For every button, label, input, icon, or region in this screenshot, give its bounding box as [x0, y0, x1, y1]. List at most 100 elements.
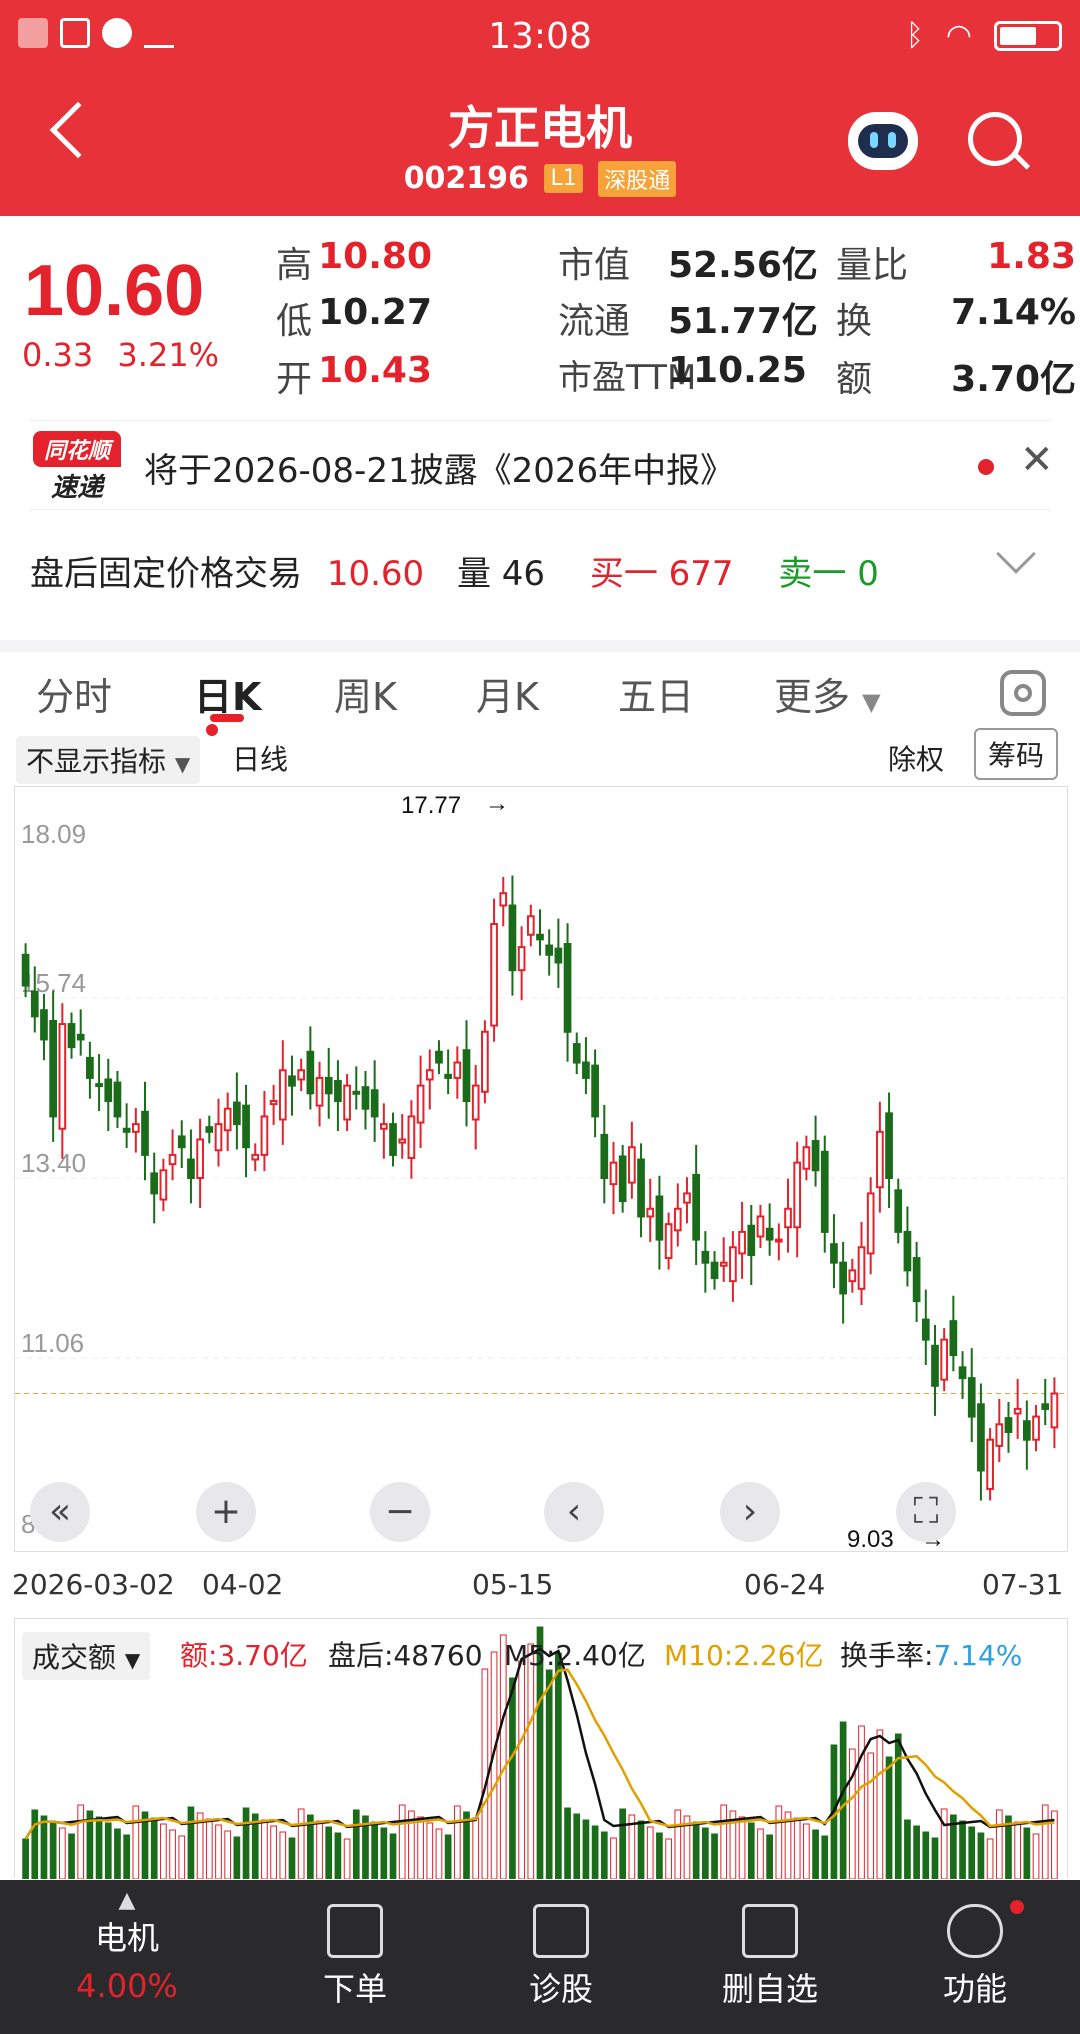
candle-body	[1050, 1392, 1059, 1429]
caret-down-icon: ▼	[174, 752, 191, 776]
volume-bar	[995, 1809, 1003, 1880]
close-icon[interactable]: ✕	[1020, 437, 1054, 483]
volume-indicator-select[interactable]: 成交额 ▼	[22, 1632, 151, 1680]
x-tick-2: 05-15	[472, 1568, 554, 1601]
quote-label: 换	[836, 301, 873, 342]
candle-body	[774, 1238, 783, 1243]
status-icons-right: ᛒ ◠	[906, 18, 1062, 53]
remove-watchlist-icon	[742, 1904, 798, 1958]
tab-intraday[interactable]: 分时	[36, 666, 112, 721]
candle-body	[628, 1146, 636, 1184]
after-hours-price: 10.60	[326, 554, 425, 594]
max-arrow-icon: →	[485, 790, 509, 817]
volume-bar	[913, 1825, 920, 1880]
indicator-select[interactable]: 不显示指标 ▼	[16, 736, 201, 784]
quote-label: 流通	[558, 301, 631, 342]
volume-bar	[858, 1725, 865, 1880]
volume-bar	[279, 1831, 287, 1880]
volume-bar	[95, 1816, 103, 1880]
settings-hexagon-icon[interactable]	[1000, 670, 1046, 716]
change-value: 0.33	[22, 336, 94, 374]
period-tabs: 分时 日K 周K 月K 五日 更多 ▼	[0, 640, 1080, 722]
candle-body	[1013, 1407, 1022, 1415]
volume-bar	[977, 1832, 985, 1880]
header-bar: 13:08 ᛒ ◠ 方正电机 002196 L1 深股通	[0, 0, 1080, 216]
volume-value: 46	[501, 554, 546, 594]
candle-body	[113, 1081, 122, 1118]
volume-bar	[123, 1834, 130, 1880]
x-tick-1: 04-02	[202, 1568, 284, 1601]
volume-bar	[812, 1829, 819, 1880]
volume-bar	[389, 1833, 397, 1880]
notice-bar[interactable]: 同花顺 速递 将于2026-08-21披露《2026年中报》 ✕	[30, 420, 1054, 510]
volume-bar	[656, 1832, 663, 1880]
volume-bar	[242, 1807, 250, 1880]
search-icon[interactable]	[968, 112, 1031, 170]
current-price: 10.60	[24, 251, 205, 331]
candle-body	[673, 1207, 682, 1232]
candle-body	[159, 1169, 168, 1201]
nav-sector[interactable]: ▲ 电机 4.00%	[72, 1888, 182, 2005]
candle-body	[857, 1246, 866, 1290]
volume-bar	[839, 1721, 847, 1880]
tab-daily[interactable]: 日K	[194, 666, 261, 721]
volume-bar	[582, 1819, 590, 1880]
candle-body	[1032, 1415, 1040, 1441]
nav-remove-watchlist[interactable]: 删自选	[700, 1904, 840, 2010]
nav-functions[interactable]: 功能	[920, 1900, 1030, 2010]
tab-weekly[interactable]: 周K	[334, 666, 397, 721]
tab-five-day[interactable]: 五日	[618, 666, 694, 721]
candle-body	[435, 1050, 443, 1064]
robot-assistant-icon[interactable]	[848, 112, 918, 170]
scroll-left-button[interactable]: ‹	[544, 1482, 604, 1542]
turnover-label: 换手率:	[840, 1639, 934, 1672]
y-tick-label: 11.06	[21, 1328, 84, 1358]
candle-body	[379, 1123, 388, 1130]
volume-bar	[398, 1804, 406, 1880]
nav-order[interactable]: 下单	[300, 1904, 410, 2010]
volume-bar	[637, 1820, 645, 1880]
volume-bar	[178, 1835, 186, 1880]
after-hours-row[interactable]: 盘后固定价格交易 10.60 量 46 买一 677 卖一 0	[30, 534, 1060, 595]
quote-value: 10.43	[318, 350, 432, 391]
volume-label: 量	[456, 554, 491, 594]
chips-button[interactable]: 筹码	[974, 728, 1059, 780]
price-change: 0.33 3.21%	[22, 336, 219, 374]
fullscreen-button[interactable]: ⛶	[896, 1482, 956, 1542]
candle-body	[609, 1161, 618, 1186]
candle-body	[30, 990, 39, 1018]
chevron-down-icon[interactable]	[996, 534, 1036, 574]
scroll-left-fast-button[interactable]: «	[30, 1482, 90, 1542]
zoom-out-button[interactable]: −	[370, 1482, 430, 1542]
candle-body	[462, 1049, 471, 1103]
candle-body	[591, 1064, 599, 1118]
kline-chart[interactable]: 18.0915.7413.4011.068.7117.77→9.03→	[15, 787, 1067, 1553]
candle-body	[398, 1138, 407, 1144]
candle-body	[453, 1061, 462, 1079]
candle-body	[830, 1243, 838, 1264]
tab-monthly[interactable]: 月K	[476, 666, 539, 721]
zoom-in-button[interactable]: +	[196, 1482, 256, 1542]
x-tick-4: 07-31	[982, 1568, 1064, 1601]
adjust-button[interactable]: 除权	[888, 738, 944, 778]
volume-bar	[22, 1838, 29, 1880]
volume-bar	[205, 1818, 213, 1880]
candle-body	[343, 1084, 351, 1121]
volume-bar	[793, 1817, 801, 1880]
candle-body	[784, 1207, 792, 1229]
kline-chart-area[interactable]: 18.0915.7413.4011.068.7117.77→9.03→	[14, 786, 1068, 1553]
volume-bar	[867, 1752, 875, 1880]
volume-bar	[509, 1677, 516, 1880]
nav-diagnose[interactable]: 诊股	[506, 1904, 616, 2010]
volume-bar	[527, 1643, 535, 1880]
candle-body	[490, 922, 498, 1027]
nav-sector-change: 4.00%	[76, 1967, 178, 2005]
volume-bar	[444, 1834, 452, 1880]
candle-body	[912, 1257, 921, 1303]
scroll-right-button[interactable]: ›	[720, 1482, 780, 1542]
volume-bar	[132, 1805, 140, 1880]
candle-body	[526, 915, 535, 936]
tab-more[interactable]: 更多 ▼	[774, 666, 881, 721]
volume-bar	[104, 1822, 112, 1880]
candle-body	[572, 1043, 581, 1064]
